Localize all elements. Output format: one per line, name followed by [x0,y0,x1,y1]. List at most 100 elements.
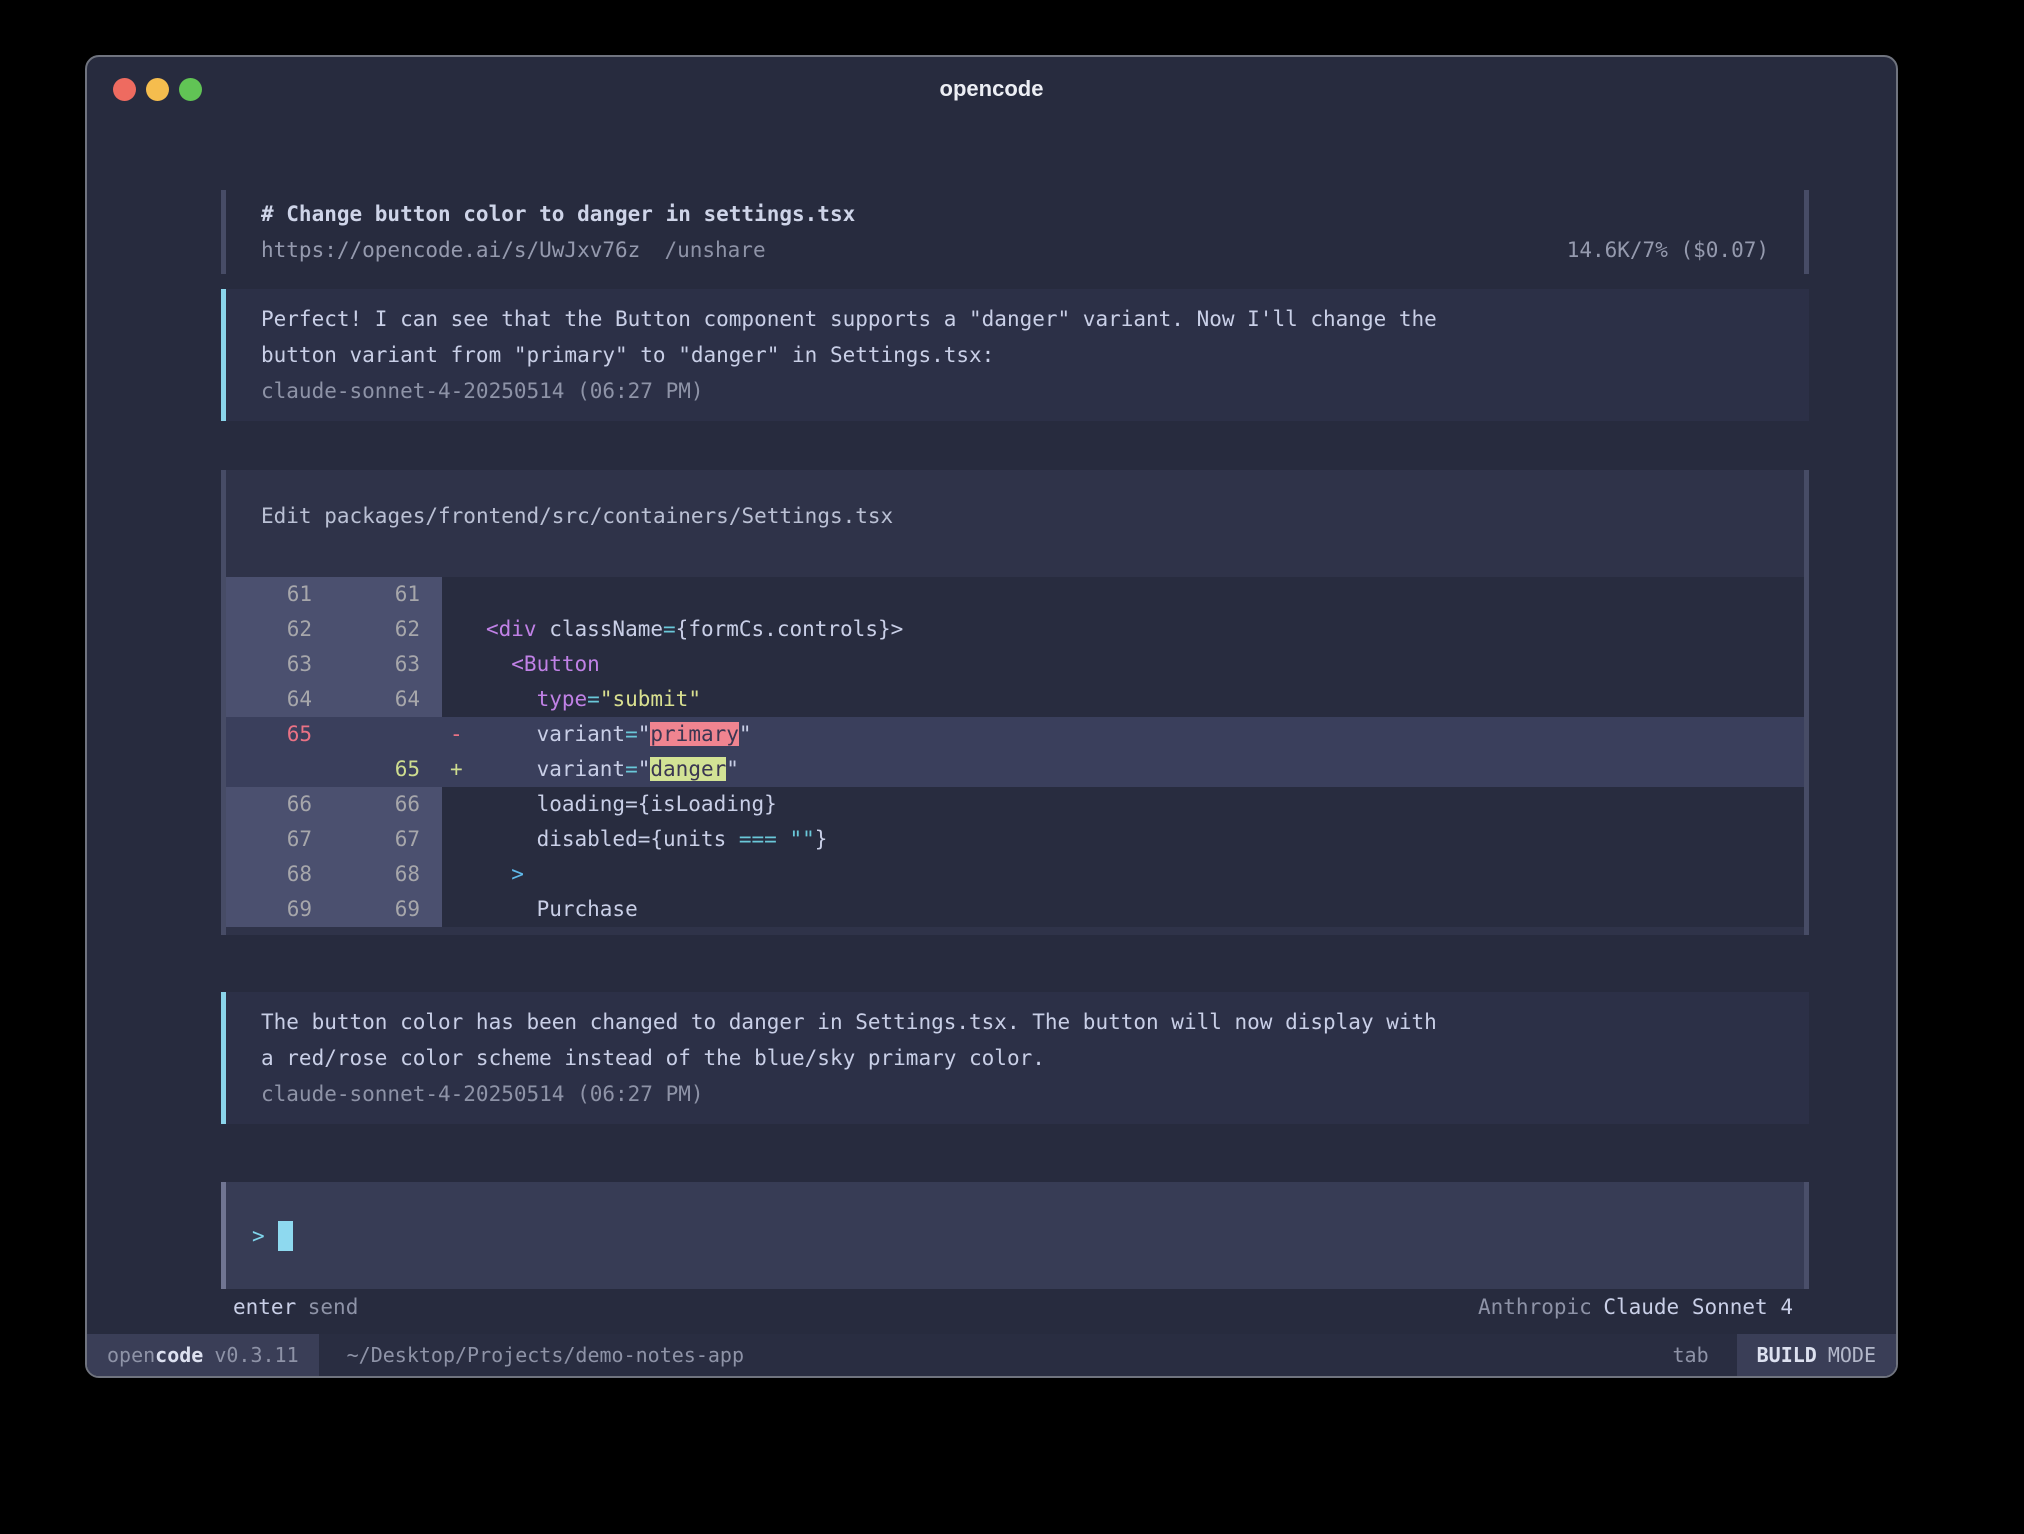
diff-marker [442,647,486,682]
diff-marker: - [442,717,486,752]
code-token [486,687,537,711]
session-subheader: https://opencode.ai/s/UwJxv76z /unshare … [261,232,1769,268]
code-line: type="submit" [486,682,1804,717]
edit-tool-card: Edit packages/frontend/src/containers/Se… [221,470,1809,935]
new-line-number: 61 [334,577,442,612]
model-indicator: Anthropic Claude Sonnet 4 [1478,1289,1793,1325]
code-token: = [663,617,676,641]
model-label: Claude Sonnet 4 [1603,1295,1793,1319]
old-line-number: 66 [226,787,334,822]
header-spacer [766,232,1567,268]
old-line-number: 69 [226,892,334,927]
message-text: Perfect! I can see that the Button compo… [261,301,1774,373]
hints-row: entersend Anthropic Claude Sonnet 4 [221,1289,1809,1325]
diff-marker [442,787,486,822]
code-line: <Button [486,647,1804,682]
screen: opencode # Change button color to danger… [0,0,2024,1534]
message-model-meta: claude-sonnet-4-20250514 (06:27 PM) [261,1076,1774,1112]
app-version: v0.3.11 [214,1343,298,1367]
send-hint: entersend [233,1289,358,1325]
code-token: <div [486,617,537,641]
diff-row: 6363 <Button [226,647,1804,682]
code-token: className [537,617,663,641]
code-token: "" [789,827,814,851]
new-line-number: 64 [334,682,442,717]
code-token: > [511,862,524,886]
code-token: } [815,827,828,851]
provider-label: Anthropic [1478,1295,1592,1319]
diff-view: 61616262<div className={formCs.controls}… [226,577,1804,927]
code-line: disabled={units === ""} [486,822,1804,857]
code-line: > [486,857,1804,892]
code-token: " [726,757,739,781]
diff-marker [442,892,486,927]
code-token: variant [486,722,625,746]
code-token [777,827,790,851]
diff-row: 6969 Purchase [226,892,1804,927]
diff-marker [442,612,486,647]
text-cursor [278,1221,293,1251]
enter-key-label: enter [233,1295,296,1319]
prompt-symbol: > [252,1224,265,1248]
new-line-number: 62 [334,612,442,647]
mode-badge: BUILDMODE [1737,1334,1896,1376]
app-name-open: open [107,1343,155,1367]
new-line-number: 63 [334,647,442,682]
new-line-number: 67 [334,822,442,857]
code-line: variant="primary" [486,717,1804,752]
app-name-code: code [155,1343,203,1367]
context-stats: 14.6K/7% ($0.07) [1567,232,1769,268]
message-model-meta: claude-sonnet-4-20250514 (06:27 PM) [261,373,1774,409]
old-line-number [226,752,334,787]
share-url[interactable]: https://opencode.ai/s/UwJxv76z [261,232,640,268]
working-directory: ~/Desktop/Projects/demo-notes-app [347,1334,744,1376]
old-line-number: 65 [226,717,334,752]
status-bar: opencode v0.3.11 ~/Desktop/Projects/demo-… [87,1334,1896,1376]
code-token: "submit" [600,687,701,711]
new-line-number: 65 [334,752,442,787]
new-line-number [334,717,442,752]
diff-row: 65 - variant="primary" [226,717,1804,752]
session-header: # Change button color to danger in setti… [221,190,1809,274]
old-line-number: 67 [226,822,334,857]
code-token: danger [650,757,726,781]
code-token: = [587,687,600,711]
diff-row: 6161 [226,577,1804,612]
window-title: opencode [87,57,1896,121]
assistant-message: The button color has been changed to dan… [221,992,1809,1124]
code-token: loading={isLoading} [486,792,777,816]
code-token: type [537,687,588,711]
prompt-input[interactable]: > [221,1182,1809,1289]
unshare-command-hint: /unshare [664,232,765,268]
code-token: {formCs.controls}> [676,617,904,641]
diff-marker [442,682,486,717]
tab-key-hint: tab [1672,1334,1708,1376]
edit-tool-header: Edit packages/frontend/src/containers/Se… [226,498,1804,577]
assistant-message: Perfect! I can see that the Button compo… [221,289,1809,421]
code-token: variant [486,757,625,781]
titlebar: opencode [87,57,1896,121]
edit-action-label: Edit [261,504,312,528]
code-token: " [638,722,651,746]
session-title: # Change button color to danger in setti… [261,196,1769,232]
old-line-number: 64 [226,682,334,717]
diff-marker: + [442,752,486,787]
edit-file-path: packages/frontend/src/containers/Setting… [324,504,893,528]
new-line-number: 68 [334,857,442,892]
code-line [486,577,1804,612]
diff-row: 6464 type="submit" [226,682,1804,717]
code-token: = [625,757,638,781]
old-line-number: 61 [226,577,334,612]
opencode-window: opencode # Change button color to danger… [85,55,1898,1378]
diff-row: 65+ variant="danger" [226,752,1804,787]
new-line-number: 66 [334,787,442,822]
message-text: The button color has been changed to dan… [261,1004,1774,1076]
diff-row: 6666 loading={isLoading} [226,787,1804,822]
code-line: Purchase [486,892,1804,927]
code-token: primary [650,722,739,746]
mode-name: BUILD [1757,1343,1817,1367]
new-line-number: 69 [334,892,442,927]
code-token: === [739,827,777,851]
code-line: loading={isLoading} [486,787,1804,822]
diff-row: 6767 disabled={units === ""} [226,822,1804,857]
